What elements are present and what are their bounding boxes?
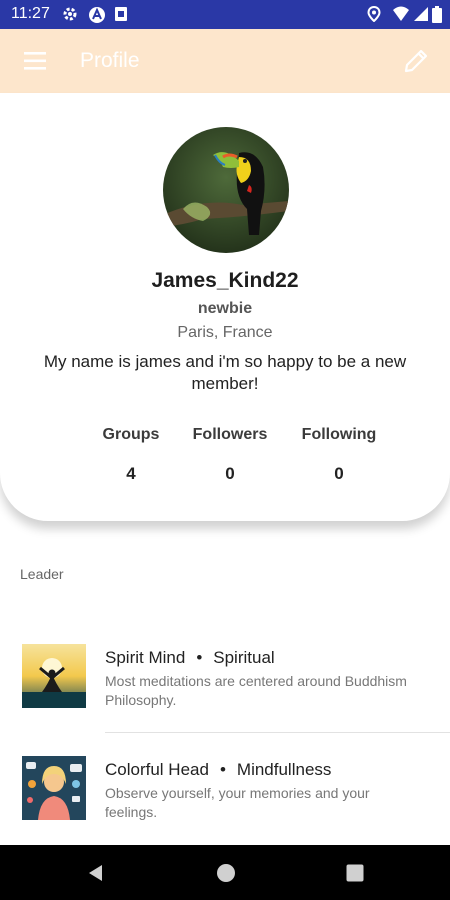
group-title: Spirit Mind • Spiritual	[105, 648, 275, 668]
group-thumbnail	[22, 756, 86, 820]
stat-value: 0	[334, 464, 344, 483]
stat-label: Following	[301, 426, 377, 443]
stat-groups[interactable]: Groups 4	[76, 426, 186, 484]
back-icon[interactable]	[84, 861, 108, 885]
battery-icon	[432, 6, 442, 23]
user-bio: My name is james and i'm so happy to be …	[43, 352, 407, 393]
status-time: 11:27	[11, 5, 50, 22]
stat-label: Followers	[192, 426, 268, 443]
user-rank: newbie	[197, 300, 253, 317]
app-bar: Profile	[0, 29, 450, 93]
divider	[105, 732, 450, 733]
system-nav-bar	[0, 845, 450, 900]
group-description: Observe yourself, your memories and your…	[105, 785, 370, 820]
stat-followers[interactable]: Followers 0	[175, 426, 285, 484]
recents-icon[interactable]	[343, 861, 367, 885]
app-notification-icon	[88, 6, 105, 23]
list-item[interactable]: Colorful Head • Mindfullness Observe yours…	[0, 756, 450, 846]
settings-icon	[62, 6, 78, 22]
location-icon	[367, 5, 383, 23]
stat-label: Groups	[102, 426, 160, 443]
stat-value: 0	[225, 464, 235, 483]
list-item[interactable]: Spirit Mind • Spiritual Most meditations a…	[0, 644, 450, 734]
menu-icon[interactable]	[22, 49, 50, 73]
group-category: Spiritual	[213, 648, 275, 667]
signal-icon	[413, 6, 429, 22]
stat-value: 4	[126, 464, 136, 483]
group-name: Colorful Head	[105, 760, 209, 779]
username: James_Kind22	[151, 269, 299, 292]
sim-card-icon	[114, 6, 130, 22]
separator-dot: •	[196, 648, 203, 667]
group-title: Colorful Head • Mindfullness	[105, 760, 331, 780]
profile-card: James_Kind22 newbie Paris, France My nam…	[0, 93, 450, 521]
page-title: Profile	[80, 49, 140, 72]
edit-icon[interactable]	[402, 47, 430, 75]
group-category: Mindfullness	[236, 760, 332, 779]
group-name: Spirit Mind	[105, 648, 186, 667]
group-description: Most meditations are centered around Bud…	[105, 673, 407, 708]
status-bar: 11:27	[0, 0, 450, 29]
stat-following[interactable]: Following 0	[284, 426, 394, 484]
avatar[interactable]	[163, 127, 289, 253]
section-label-leader: Leader	[20, 566, 64, 582]
home-icon[interactable]	[214, 861, 238, 885]
separator-dot: •	[219, 760, 226, 779]
group-thumbnail	[22, 644, 86, 708]
wifi-icon	[392, 6, 409, 22]
user-location: Paris, France	[177, 324, 273, 341]
